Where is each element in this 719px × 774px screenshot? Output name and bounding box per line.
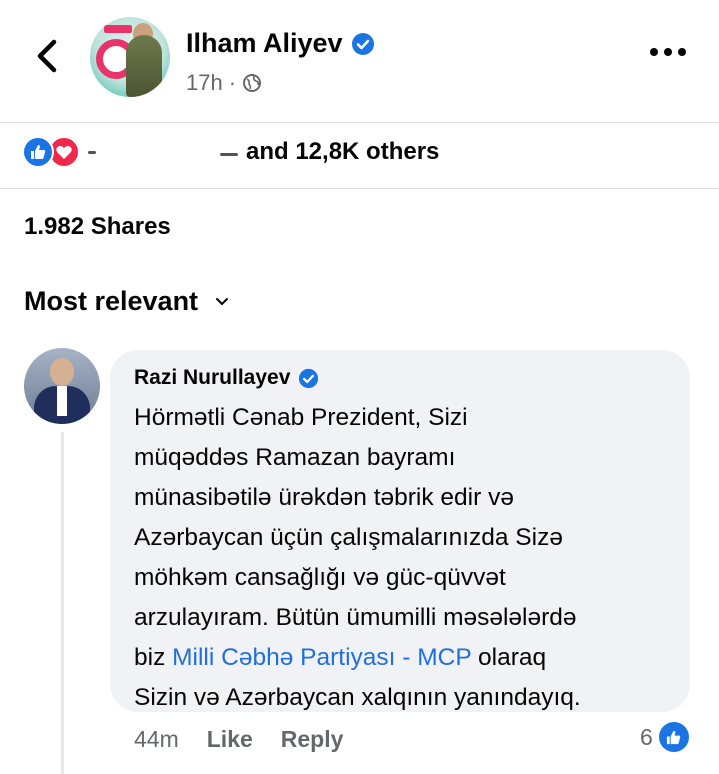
comment-line: Azərbaycan üçün çalışmalarınızda Sizə [134, 524, 563, 551]
commenter-avatar[interactable] [24, 348, 100, 424]
post-time[interactable]: 17h [186, 70, 223, 96]
comment-bubble: Razi Nurullayev Hörmətli Cənab Prezident… [110, 350, 690, 712]
sort-label: Most relevant [24, 286, 199, 316]
redacted-names [88, 147, 238, 157]
globe-icon [243, 74, 262, 92]
reply-button[interactable]: Reply [281, 726, 344, 753]
more-dot [678, 48, 686, 56]
comment-text: Hörmətli Cənab Prezident, Sizi müqəddəs … [134, 398, 674, 718]
like-button[interactable]: Like [207, 726, 253, 753]
more-dot [664, 48, 672, 56]
more-dot [650, 48, 658, 56]
divider [0, 122, 719, 123]
verified-badge-icon [299, 368, 319, 388]
author-avatar[interactable] [90, 17, 170, 97]
avatar-shirt [57, 386, 67, 416]
divider [0, 188, 719, 189]
thread-line [61, 432, 64, 774]
comment-line-with-link: biz Milli Cəbhə Partiyası - MCP olaraq [134, 638, 674, 678]
back-arrow-icon[interactable] [30, 36, 64, 76]
reactions-summary[interactable]: and 12,8K others [22, 132, 439, 172]
comments-sort-dropdown[interactable]: Most relevant [24, 286, 230, 317]
shares-count[interactable]: 1.982 Shares [24, 213, 171, 241]
post-meta: 17h · [186, 70, 262, 96]
comment-text-fragment: biz [134, 644, 166, 671]
comment-time[interactable]: 44m [134, 726, 179, 753]
comment-line: möhkəm cansağlığı və güc-qüvvət [134, 564, 506, 591]
comment-line: müqəddəs Ramazan bayramı [134, 444, 456, 471]
more-options-icon[interactable] [650, 42, 694, 62]
comment-line: arzulayıram. Bütün ümumilli məsələlərdə [134, 604, 577, 631]
meta-separator: · [228, 70, 237, 95]
commenter[interactable]: Razi Nurullayev [134, 366, 319, 390]
comment-reactions[interactable]: 6 [640, 722, 689, 752]
page-mention-link[interactable]: Milli Cəbhə Partiyası - MCP [172, 644, 471, 671]
post-author-name[interactable]: Ilham Aliyev [186, 28, 343, 59]
avatar-banner [104, 25, 132, 33]
comment-line: Sizin və Azərbaycan xalqının yanındayıq. [134, 684, 581, 711]
post-header: Ilham Aliyev 17h · [0, 0, 719, 122]
chevron-down-icon [216, 297, 229, 305]
post-author[interactable]: Ilham Aliyev [186, 28, 375, 59]
comment-actions: 44m Like Reply [134, 726, 343, 753]
comment-reaction-count: 6 [640, 723, 653, 750]
comment-line: münasibətilə ürəkdən təbrik edir və [134, 484, 514, 511]
reactions-count[interactable]: and 12,8K others [246, 138, 439, 166]
avatar-head [50, 358, 74, 386]
like-reaction-icon [658, 722, 689, 752]
like-reaction-icon [22, 136, 54, 168]
comment-text-fragment: olaraq [478, 644, 547, 671]
avatar-figure [126, 35, 162, 97]
comment-line: Hörmətli Cənab Prezident, Sizi [134, 404, 468, 431]
commenter-name[interactable]: Razi Nurullayev [134, 366, 290, 390]
verified-badge-icon [351, 32, 374, 55]
